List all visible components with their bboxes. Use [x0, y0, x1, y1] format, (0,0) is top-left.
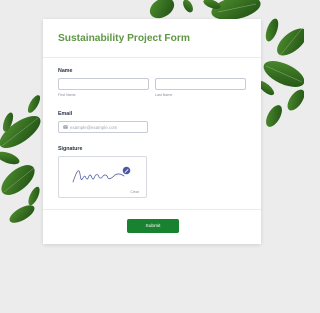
first-name-input[interactable] — [58, 78, 149, 90]
form-card: Sustainability Project Form Name First N… — [43, 19, 261, 244]
last-name-input[interactable] — [155, 78, 246, 90]
clear-signature-button[interactable]: Clear — [130, 190, 139, 194]
first-name-sublabel: First Name — [58, 93, 76, 97]
envelope-icon — [63, 125, 68, 129]
email-label: Email — [58, 111, 73, 117]
signature-label: Signature — [58, 146, 83, 152]
form-header: Sustainability Project Form — [43, 19, 261, 58]
pen-icon — [122, 166, 131, 175]
footer-divider — [43, 209, 261, 210]
signature-pad[interactable]: Clear — [58, 156, 147, 198]
email-field[interactable]: example@example.com — [58, 121, 148, 133]
form-title: Sustainability Project Form — [58, 33, 190, 44]
email-placeholder: example@example.com — [70, 124, 118, 130]
last-name-sublabel: Last Name — [155, 93, 173, 97]
submit-button[interactable]: Submit — [127, 219, 179, 233]
name-label: Name — [58, 68, 73, 74]
